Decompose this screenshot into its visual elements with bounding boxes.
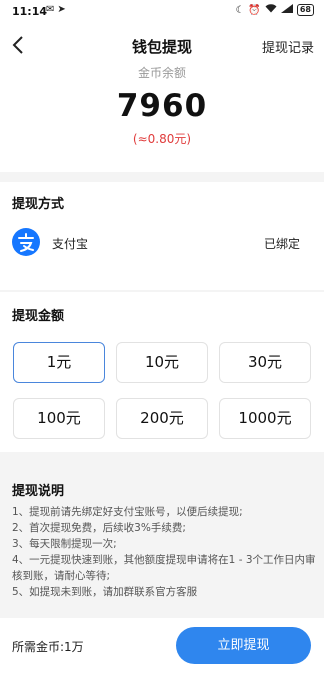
- amount-option-10[interactable]: 10元: [116, 342, 208, 383]
- location-icon: ➤: [57, 4, 69, 15]
- amount-option-200[interactable]: 200元: [116, 398, 208, 439]
- description-title: 提现说明: [12, 484, 65, 499]
- alarm-icon: ⏰: [248, 4, 261, 16]
- amount-option-1[interactable]: 1元: [13, 342, 105, 383]
- description-item: 5、如提现未到账，请加群联系官方客服: [12, 586, 198, 598]
- amount-title: 提现金额: [12, 309, 65, 324]
- mail-icon: ✉: [46, 4, 58, 15]
- description-item: 3、每天限制提现一次;: [12, 538, 117, 550]
- alipay-icon: [12, 228, 40, 256]
- amount-option-30[interactable]: 30元: [219, 342, 311, 383]
- withdraw-description-section: 提现说明 1、提现前请先绑定好支付宝账号，以便后续提现; 2、首次提现免费，后续…: [0, 466, 324, 618]
- battery-icon: 68: [296, 4, 314, 16]
- description-item: 2、首次提现免费，后续收3%手续费;: [12, 522, 186, 534]
- balance-value: 7960: [116, 88, 208, 124]
- bound-status: 已绑定: [263, 237, 300, 251]
- method-title: 提现方式: [12, 197, 65, 212]
- status-time: 11:14: [12, 5, 48, 18]
- wifi-icon: [265, 4, 277, 16]
- bottom-bar: 所需金币:1万 立即提现: [0, 618, 324, 684]
- withdraw-records-link[interactable]: 提现记录: [262, 37, 314, 56]
- balance-label: 金币余额: [137, 66, 186, 80]
- withdraw-method-section: 提现方式 支付宝 已绑定: [0, 182, 324, 290]
- withdraw-amount-section: 提现金额 1元 10元 30元 100元 200元 1000元: [0, 292, 324, 452]
- signal-icon: [280, 4, 293, 16]
- required-coins: 所需金币:1万: [12, 640, 84, 654]
- status-bar: 11:14 ✉➤ ☾ ⏰ 68: [0, 0, 324, 24]
- balance-rmb: (≈0.80元): [132, 132, 192, 146]
- description-list: 1、提现前请先绑定好支付宝账号，以便后续提现; 2、首次提现免费，后续收3%手续…: [12, 504, 316, 600]
- description-item: 4、一元提现快速到账，其他额度提现申请将在1 - 3个工作日内审核到账，请耐心等…: [12, 554, 316, 582]
- alipay-label: 支付宝: [52, 237, 89, 251]
- moon-icon: ☾: [235, 4, 245, 16]
- amount-option-100[interactable]: 100元: [13, 398, 105, 439]
- balance-section: 金币余额 7960 (≈0.80元): [0, 60, 324, 172]
- withdraw-now-button[interactable]: 立即提现: [176, 627, 311, 664]
- description-item: 1、提现前请先绑定好支付宝账号，以便后续提现;: [12, 506, 243, 518]
- amount-option-1000[interactable]: 1000元: [219, 398, 311, 439]
